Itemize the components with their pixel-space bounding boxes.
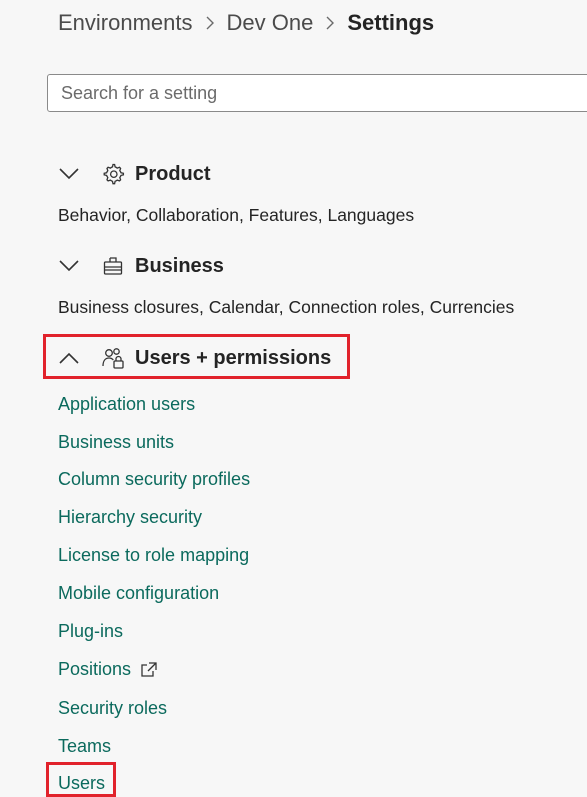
link-mobile-configuration[interactable]: Mobile configuration bbox=[58, 583, 219, 604]
link-teams[interactable]: Teams bbox=[58, 736, 111, 757]
section-title-product: Product bbox=[135, 162, 211, 185]
link-users[interactable]: Users bbox=[58, 773, 105, 794]
link-plug-ins[interactable]: Plug-ins bbox=[58, 621, 123, 642]
chevron-down-icon[interactable] bbox=[58, 164, 84, 184]
chevron-up-icon[interactable] bbox=[58, 348, 84, 368]
people-lock-icon bbox=[101, 346, 125, 370]
section-title-business: Business bbox=[135, 254, 224, 277]
search-input[interactable] bbox=[59, 81, 587, 105]
link-license-to-role-mapping[interactable]: License to role mapping bbox=[58, 545, 249, 566]
breadcrumb-dev-one[interactable]: Dev One bbox=[227, 10, 314, 36]
business-icon bbox=[101, 254, 125, 278]
chevron-down-icon[interactable] bbox=[58, 256, 84, 276]
link-positions-row[interactable]: Positions bbox=[58, 659, 158, 680]
section-header-users-permissions[interactable]: Users + permissions bbox=[58, 341, 331, 375]
section-description-product: Behavior, Collaboration, Features, Langu… bbox=[58, 205, 415, 225]
breadcrumb-current: Settings bbox=[347, 10, 435, 35]
link-hierarchy-security[interactable]: Hierarchy security bbox=[58, 507, 202, 528]
link-column-security-profiles[interactable]: Column security profiles bbox=[58, 469, 250, 490]
breadcrumb: Environments Dev One Settings bbox=[58, 8, 434, 38]
external-link-icon bbox=[140, 661, 158, 678]
link-positions[interactable]: Positions bbox=[58, 659, 131, 680]
link-application-users[interactable]: Application users bbox=[58, 394, 195, 415]
section-header-product[interactable]: Product bbox=[58, 157, 211, 191]
section-description-business: Business closures, Calendar, Connection … bbox=[58, 297, 515, 317]
chevron-right-icon bbox=[205, 15, 215, 31]
breadcrumb-environments[interactable]: Environments bbox=[58, 10, 193, 36]
section-header-business[interactable]: Business bbox=[58, 249, 224, 283]
gear-icon bbox=[101, 162, 125, 186]
link-security-roles[interactable]: Security roles bbox=[58, 698, 167, 719]
chevron-right-icon bbox=[325, 15, 335, 31]
section-title-users-permissions: Users + permissions bbox=[135, 346, 332, 369]
link-business-units[interactable]: Business units bbox=[58, 432, 174, 453]
search-box[interactable] bbox=[47, 74, 587, 112]
